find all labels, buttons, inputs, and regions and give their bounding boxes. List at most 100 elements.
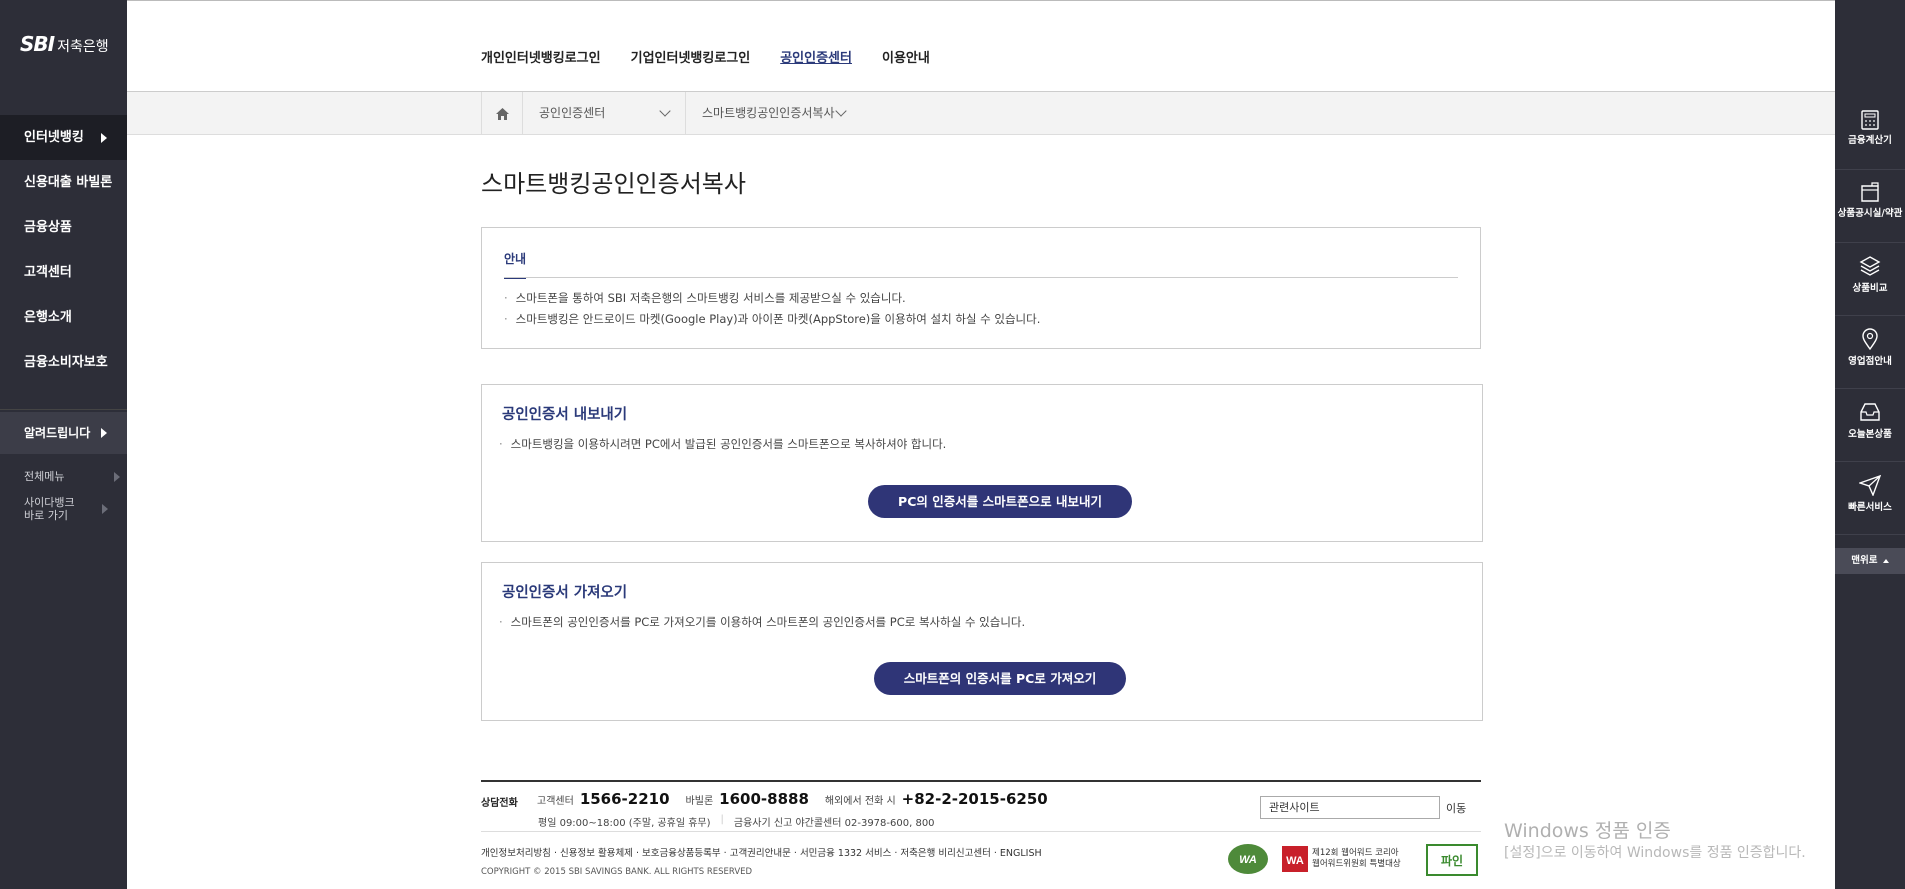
main-menu: 인터넷뱅킹 신용대출 바빌론 금융상품 고객센터 은행소개 금융소비자보호 (0, 115, 127, 385)
import-title: 공인인증서 가져오기 (502, 585, 628, 601)
sidebar-item-internet-banking[interactable]: 인터넷뱅킹 (0, 115, 127, 160)
top-header: 개인인터넷뱅킹로그인 기업인터넷뱅킹로그인 공인인증센터 이용안내 (127, 0, 1835, 92)
breadcrumb: 공인인증센터 스마트뱅킹공인인증서복사 (127, 92, 1835, 135)
quick-calculator-label: 금융계산기 (1848, 135, 1892, 146)
overseas-number: +82-2-2015-6250 (901, 790, 1048, 808)
sidebar-item-consumer-protection[interactable]: 금융소비자보호 (0, 340, 127, 385)
web-award-badge: WA 제12회 웹어워드 코리아 웹어워드위원회 특별대상 (1282, 842, 1401, 876)
layers-icon (1859, 256, 1881, 276)
breadcrumb-level2-label: 스마트뱅킹공인인증서복사 (702, 106, 835, 120)
center-number: 1566-2210 (579, 790, 670, 808)
babylon-label: 바빌론 (685, 796, 714, 807)
quick-recent-products[interactable]: 오늘본상품 (1835, 389, 1905, 462)
consult-label: 상담전화 (481, 798, 518, 809)
breadcrumb-level1[interactable]: 공인인증센터 (523, 92, 686, 135)
sbi-logo[interactable]: SBI 저축은행 (20, 32, 109, 56)
info-bullet: 스마트폰을 통하여 SBI 저축은행의 스마트뱅킹 서비스를 제공받으실 수 있… (504, 290, 906, 306)
quick-menu: 금융계산기 상품공시실/약관 상품비교 영업점안내 오늘본상품 빠른서비스 맨위… (1835, 0, 1905, 889)
import-certificate-button[interactable]: 스마트폰의 인증서를 PC로 가져오기 (874, 662, 1126, 695)
center-label: 고객센터 (537, 796, 574, 807)
sidebar-item-label: 금융상품 (24, 220, 72, 235)
caret-right-icon (101, 428, 107, 438)
quick-product-compare[interactable]: 상품비교 (1835, 243, 1905, 316)
chevron-down-icon (835, 105, 847, 117)
notice-menu[interactable]: 알려드립니다 (0, 412, 127, 454)
logo-text: 저축은행 (57, 39, 109, 55)
fine-badge[interactable]: 파인 (1426, 844, 1478, 876)
related-site-select[interactable]: 관련사이트 (1260, 796, 1440, 819)
quick-branch-info-label: 영업점안내 (1848, 356, 1892, 367)
caret-right-icon (101, 132, 107, 143)
all-menu-link[interactable]: 전체메뉴 (24, 470, 120, 483)
left-sidebar: SBI 저축은행 인터넷뱅킹 신용대출 바빌론 금융상품 고객센터 은행소개 금… (0, 0, 127, 889)
quick-fast-service[interactable]: 빠른서비스 (1835, 462, 1905, 535)
svg-text:WA: WA (1286, 855, 1304, 867)
quick-calculator[interactable]: 금융계산기 (1835, 97, 1905, 170)
quick-recent-products-label: 오늘본상품 (1848, 429, 1892, 440)
footer-hours-row: 평일 09:00~18:00 (주말, 공휴일 휴무) | 금융사기 신고 야간… (538, 814, 935, 829)
sidebar-item-customer-center[interactable]: 고객센터 (0, 250, 127, 295)
scroll-top-button[interactable]: 맨위로 (1835, 548, 1905, 574)
quick-product-disclosure-label: 상품공시실/약관 (1837, 208, 1903, 219)
overseas-label: 해외에서 전화 시 (824, 796, 896, 807)
nav-personal-login[interactable]: 개인인터넷뱅킹로그인 (481, 47, 601, 66)
export-certificate-button[interactable]: PC의 인증서를 스마트폰으로 내보내기 (868, 485, 1132, 518)
sidebar-item-about-bank[interactable]: 은행소개 (0, 295, 127, 340)
business-hours: 평일 09:00~18:00 (주말, 공휴일 휴무) (538, 818, 711, 829)
import-desc: 스마트폰의 공인인증서를 PC로 가져오기를 이용하여 스마트폰의 공인인증서를… (499, 614, 1026, 630)
quick-fast-service-label: 빠른서비스 (1848, 502, 1892, 513)
page-root: SBI 저축은행 인터넷뱅킹 신용대출 바빌론 금융상품 고객센터 은행소개 금… (0, 0, 1905, 889)
caret-right-icon (102, 504, 108, 514)
export-section: 공인인증서 내보내기 스마트뱅킹을 이용하시려면 PC에서 발급된 공인인증서를… (481, 384, 1483, 542)
export-title: 공인인증서 내보내기 (502, 407, 628, 423)
scroll-top-label: 맨위로 (1851, 555, 1878, 566)
sidebar-item-label: 고객센터 (24, 265, 72, 280)
windows-watermark-title: Windows 정품 인증 (1504, 820, 1671, 842)
sidebar-item-credit-loan[interactable]: 신용대출 바빌론 (0, 160, 127, 205)
all-menu-label: 전체메뉴 (24, 470, 65, 483)
sidebar-item-label: 금융소비자보호 (24, 355, 108, 370)
award-text-1: 제12회 웹어워드 코리아 (1312, 848, 1399, 858)
cyber-bank-link[interactable]: 사이다뱅크 바로 가기 (24, 496, 108, 522)
global-nav: 개인인터넷뱅킹로그인 기업인터넷뱅킹로그인 공인인증센터 이용안내 (481, 47, 930, 66)
babylon-number: 1600-8888 (719, 790, 809, 808)
import-section: 공인인증서 가져오기 스마트폰의 공인인증서를 PC로 가져오기를 이용하여 스… (481, 562, 1483, 721)
copyright: COPYRIGHT © 2015 SBI SAVINGS BANK. ALL R… (481, 867, 753, 877)
footer-divider (481, 831, 1481, 832)
sidebar-item-products[interactable]: 금융상품 (0, 205, 127, 250)
nav-certificate-center[interactable]: 공인인증센터 (780, 47, 852, 66)
fine-badge-label: 파인 (1440, 853, 1464, 868)
calculator-icon (1861, 110, 1879, 130)
inbox-icon (1860, 403, 1880, 421)
award-text-2: 웹어워드위원회 특별대상 (1312, 859, 1401, 869)
nav-corporate-login[interactable]: 기업인터넷뱅킹로그인 (631, 47, 751, 66)
fraud-hotline: 금융사기 신고 야간콜센터 02-3978-600, 800 (733, 818, 935, 829)
chevron-down-icon (659, 105, 671, 117)
info-divider (504, 277, 1458, 278)
separator: | (720, 814, 724, 825)
quick-product-disclosure[interactable]: 상품공시실/약관 (1835, 170, 1905, 243)
wa-award-icon: WA (1282, 846, 1308, 872)
sidebar-divider (0, 409, 127, 410)
breadcrumb-level2[interactable]: 스마트뱅킹공인인증서복사 (686, 92, 881, 135)
info-tab[interactable]: 안내 (504, 250, 527, 279)
home-icon (495, 107, 509, 120)
wa-certification-badge: WA (1226, 842, 1270, 876)
quick-branch-info[interactable]: 영업점안내 (1835, 316, 1905, 389)
footer-links[interactable]: 개인정보처리방침 · 신용정보 활용체제 · 보호금융상품등록부 · 고객권리안… (481, 845, 1042, 859)
quick-product-compare-label: 상품비교 (1852, 283, 1888, 294)
cyber-bank-label: 사이다뱅크 바로 가기 (24, 496, 75, 522)
info-box: 안내 스마트폰을 통하여 SBI 저축은행의 스마트뱅킹 서비스를 제공받으실 … (481, 227, 1481, 349)
go-button[interactable]: 이동 (1446, 800, 1466, 816)
home-button[interactable] (481, 92, 523, 135)
wa-mark-icon: WA (1228, 844, 1268, 874)
page-title: 스마트뱅킹공인인증서복사 (481, 170, 746, 198)
export-desc: 스마트뱅킹을 이용하시려면 PC에서 발급된 공인인증서를 스마트폰으로 복사하… (499, 436, 947, 452)
nav-guide[interactable]: 이용안내 (882, 47, 930, 66)
logo-mark: SBI (20, 32, 55, 56)
footer-phones: 고객센터 1566-2210 바빌론 1600-8888 해외에서 전화 시 +… (537, 790, 1048, 808)
notice-label: 알려드립니다 (24, 426, 91, 440)
caret-up-icon (1882, 558, 1889, 563)
footer-divider-top (481, 780, 1481, 782)
breadcrumb-level1-label: 공인인증센터 (539, 106, 606, 120)
